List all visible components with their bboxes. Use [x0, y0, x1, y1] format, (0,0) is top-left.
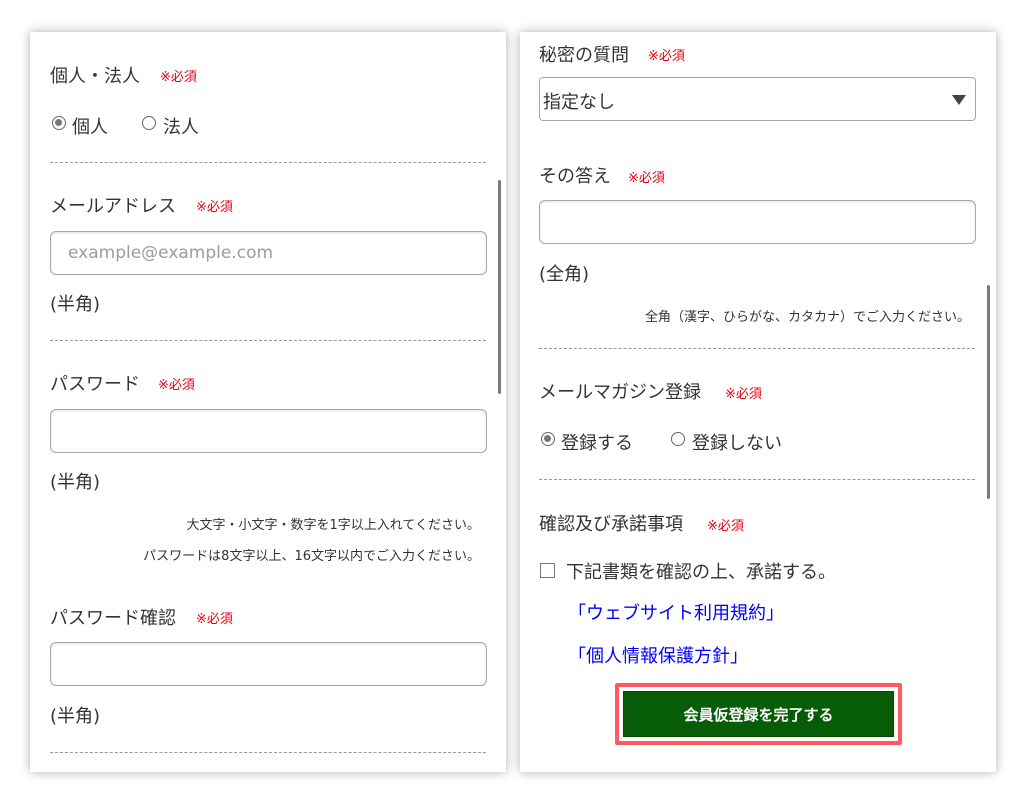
- answer-required-badge: ※必須: [628, 171, 665, 186]
- scrollbar-thumb[interactable]: [987, 285, 990, 499]
- password-label: パスワード: [50, 374, 140, 395]
- consent-checkbox[interactable]: [540, 563, 555, 578]
- radio-subscribe-label[interactable]: 登録する: [561, 429, 633, 455]
- radio-subscribe[interactable]: [541, 432, 555, 446]
- section-divider: [50, 162, 486, 163]
- email-input[interactable]: [50, 231, 487, 275]
- consent-checkbox-label[interactable]: 下記書類を確認の上、承諾する。: [566, 558, 836, 584]
- entity-type-required-badge: ※必須: [160, 70, 197, 85]
- secret-question-select[interactable]: 指定なし: [539, 77, 976, 121]
- password-format-note: (半角): [50, 472, 101, 493]
- email-format-note: (半角): [50, 294, 101, 315]
- password-confirm-required-badge: ※必須: [196, 612, 233, 627]
- answer-label: その答え: [539, 166, 611, 187]
- answer-input[interactable]: [539, 200, 976, 244]
- scrollbar-thumb[interactable]: [498, 180, 501, 394]
- section-divider: [539, 348, 975, 349]
- secret-question-label: 秘密の質問: [539, 45, 629, 66]
- answer-format-note: (全角): [539, 264, 590, 285]
- password-required-badge: ※必須: [158, 378, 195, 393]
- privacy-policy-link[interactable]: 「個人情報保護方針」: [568, 642, 748, 668]
- registration-form-right-panel: 秘密の質問 ※必須 指定なし その答え ※必須 (全角) 全角（漢字、ひらがな、…: [520, 32, 996, 772]
- radio-unsubscribe[interactable]: [671, 432, 685, 446]
- password-confirm-input[interactable]: [50, 642, 487, 686]
- submit-button-highlight: 会員仮登録を完了する: [615, 683, 902, 745]
- radio-corporation[interactable]: [142, 116, 156, 130]
- radio-individual[interactable]: [52, 116, 66, 130]
- email-required-badge: ※必須: [196, 200, 233, 215]
- secret-question-selected-value: 指定なし: [543, 92, 615, 113]
- registration-form-left-panel: 個人・法人 ※必須 個人 法人 メールアドレス ※必須 (半角) パスワード ※…: [30, 32, 506, 772]
- complete-registration-button[interactable]: 会員仮登録を完了する: [623, 691, 894, 737]
- secret-question-required-badge: ※必須: [648, 49, 685, 64]
- section-divider: [539, 479, 975, 480]
- password-hint-length: パスワードは8文字以上、16文字以内でご入力ください。: [143, 549, 480, 564]
- consent-required-badge: ※必須: [707, 519, 744, 534]
- radio-unsubscribe-label[interactable]: 登録しない: [692, 429, 782, 455]
- terms-of-use-link[interactable]: 「ウェブサイト利用規約」: [568, 599, 784, 625]
- password-hint-characters: 大文字・小文字・数字を1字以上入れてください。: [186, 518, 481, 533]
- section-divider: [50, 752, 486, 753]
- section-divider: [50, 340, 486, 341]
- password-confirm-label: パスワード確認: [50, 608, 176, 629]
- radio-corporation-label[interactable]: 法人: [163, 113, 199, 139]
- newsletter-label: メールマガジン登録: [539, 382, 701, 403]
- entity-type-label: 個人・法人: [50, 66, 140, 87]
- email-label: メールアドレス: [50, 196, 176, 217]
- consent-label: 確認及び承諾事項: [539, 514, 683, 535]
- answer-hint: 全角（漢字、ひらがな、カタカナ）でご入力ください。: [644, 310, 970, 325]
- radio-individual-label[interactable]: 個人: [72, 113, 108, 139]
- newsletter-required-badge: ※必須: [725, 387, 762, 402]
- dropdown-arrow-icon: [952, 95, 966, 105]
- password-input[interactable]: [50, 409, 487, 453]
- password-confirm-format-note: (半角): [50, 706, 101, 727]
